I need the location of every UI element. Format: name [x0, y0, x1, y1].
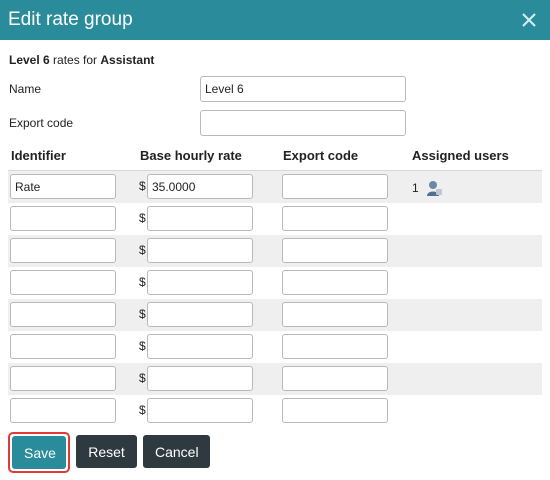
name-label: Name [9, 82, 42, 96]
table-row: $ [8, 203, 542, 235]
export-code-cell-input[interactable] [282, 302, 388, 327]
export-code-cell-input[interactable] [282, 270, 388, 295]
export-code-cell-input[interactable] [282, 174, 388, 199]
base-rate-input[interactable] [147, 238, 253, 263]
identifier-input[interactable] [10, 238, 116, 263]
assigned-users-count: 1 [412, 181, 419, 195]
dialog-titlebar: Edit rate group [0, 0, 550, 40]
table-row: $ [8, 299, 542, 331]
save-button-highlight: Save [8, 432, 70, 473]
button-bar: Save Reset Cancel [8, 432, 210, 473]
assigned-users: 1 [412, 179, 443, 197]
header-assigned-users: Assigned users [412, 148, 509, 163]
reset-button[interactable]: Reset [76, 435, 137, 468]
base-rate-input[interactable] [147, 366, 253, 391]
identifier-input[interactable] [10, 174, 116, 199]
table-row: $ [8, 395, 542, 427]
currency-symbol: $ [139, 403, 146, 417]
export-code-cell-input[interactable] [282, 238, 388, 263]
identifier-input[interactable] [10, 302, 116, 327]
identifier-input[interactable] [10, 398, 116, 423]
table-row: $ [8, 267, 542, 299]
header-base-hourly-rate: Base hourly rate [140, 148, 242, 163]
base-rate-input[interactable] [147, 398, 253, 423]
currency-symbol: $ [139, 371, 146, 385]
export-code-input[interactable] [200, 110, 406, 136]
base-rate-input[interactable] [147, 334, 253, 359]
export-code-cell-input[interactable] [282, 334, 388, 359]
save-button[interactable]: Save [12, 436, 66, 469]
currency-symbol: $ [139, 211, 146, 225]
subtitle-text: rates for [49, 53, 101, 67]
base-rate-input[interactable] [147, 174, 253, 199]
header-export-code: Export code [283, 148, 359, 163]
name-input[interactable] [200, 76, 406, 102]
user-icon[interactable] [425, 179, 443, 197]
export-code-cell-input[interactable] [282, 398, 388, 423]
edit-rate-group-dialog: Edit rate group Level 6 rates for Assist… [0, 0, 550, 480]
table-row: $ [8, 235, 542, 267]
currency-symbol: $ [139, 243, 146, 257]
identifier-input[interactable] [10, 334, 116, 359]
cancel-button[interactable]: Cancel [143, 435, 210, 468]
identifier-input[interactable] [10, 270, 116, 295]
currency-symbol: $ [139, 275, 146, 289]
role-name: Assistant [100, 53, 155, 67]
currency-symbol: $ [139, 307, 146, 321]
table-row: $ [8, 331, 542, 363]
base-rate-input[interactable] [147, 206, 253, 231]
export-code-cell-input[interactable] [282, 206, 388, 231]
close-icon[interactable] [518, 9, 540, 31]
identifier-input[interactable] [10, 206, 116, 231]
table-row: $ [8, 363, 542, 395]
dialog-subtitle: Level 6 rates for Assistant [9, 53, 154, 67]
base-rate-input[interactable] [147, 270, 253, 295]
level-name: Level 6 [9, 53, 50, 67]
base-rate-input[interactable] [147, 302, 253, 327]
dialog-title: Edit rate group [8, 9, 133, 30]
rates-table-body: $1$$$$$$$ [8, 170, 542, 427]
currency-symbol: $ [139, 339, 146, 353]
table-row: $1 [8, 170, 542, 203]
table-header: Identifier Base hourly rate Export code … [0, 148, 550, 168]
header-identifier: Identifier [11, 148, 66, 163]
identifier-input[interactable] [10, 366, 116, 391]
export-code-cell-input[interactable] [282, 366, 388, 391]
export-code-label: Export code [9, 116, 74, 130]
currency-symbol: $ [139, 179, 146, 193]
